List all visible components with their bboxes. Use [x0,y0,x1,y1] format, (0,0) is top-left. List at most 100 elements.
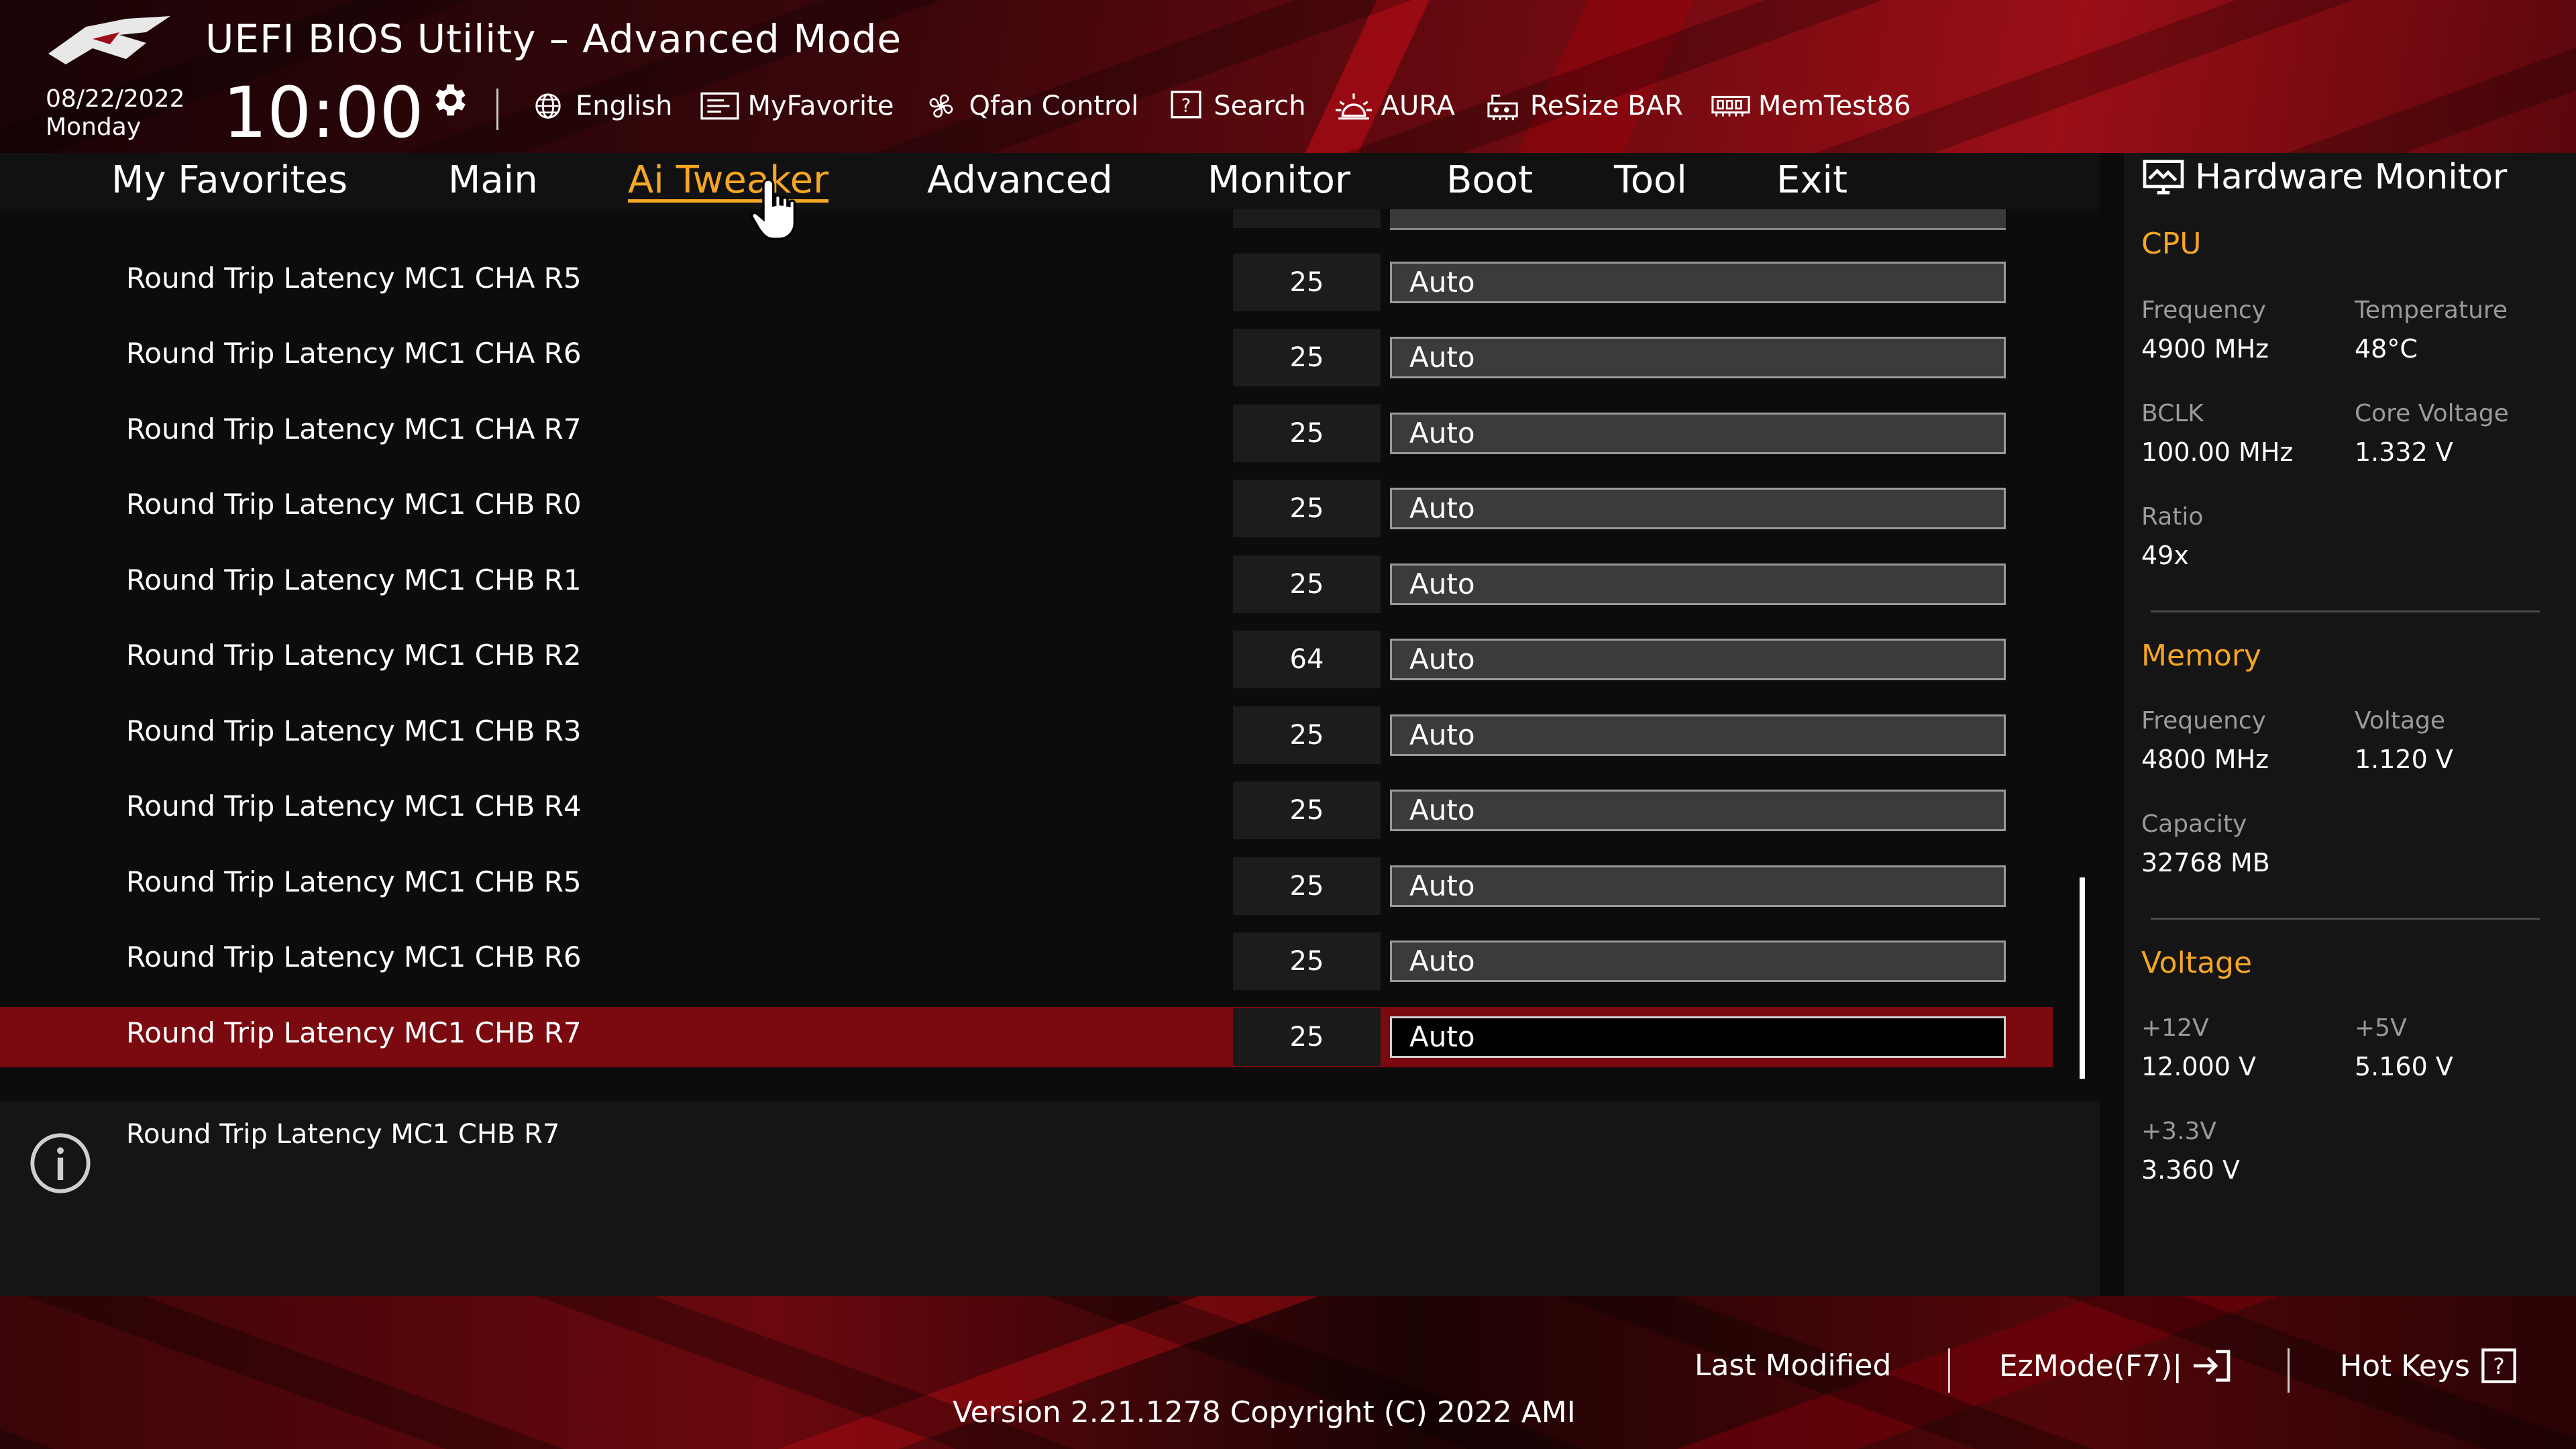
setting-current-value: 25 [1233,405,1381,462]
tab-boot[interactable]: Boot [1446,158,1533,202]
header-bar: UEFI BIOS Utility – Advanced Mode 08/22/… [0,0,2576,153]
setting-current-value: 25 [1233,932,1381,990]
ratio-value: 49x [2141,541,2189,570]
resize-bar-icon [1482,90,1523,122]
setting-current-value: 25 [1233,555,1381,613]
clock-time: 10:00 [223,72,424,154]
aura-label: AURA [1381,91,1455,121]
v5-label: +5V [2355,1014,2407,1042]
tab-monitor[interactable]: Monitor [1208,158,1350,202]
language-button[interactable]: English [527,90,672,122]
setting-value-field[interactable]: Auto [1390,790,2006,831]
cpu-frequency-label: Frequency [2141,297,2266,324]
hot-keys-button[interactable]: Hot Keys ? [2340,1348,2520,1383]
setting-value-field[interactable]: Auto [1390,639,2006,680]
setting-label: Round Trip Latency MC1 CHB R5 [126,865,582,898]
setting-row-selected[interactable]: Round Trip Latency MC1 CHB R7 25 Auto [0,1007,2053,1067]
setting-value-field[interactable]: Auto [1390,488,2006,529]
aura-button[interactable]: AURA [1333,90,1455,122]
resize-bar-label: ReSize BAR [1529,91,1683,121]
tab-my-favorites[interactable]: My Favorites [111,158,347,202]
setting-row[interactable]: Round Trip Latency MC1 CHB R3 25 Auto [0,705,2053,765]
hw-divider [2151,610,2540,612]
svg-text:?: ? [2493,1353,2505,1379]
memory-frequency-label: Frequency [2141,707,2266,735]
setting-value-field[interactable]: Auto [1390,1016,2006,1058]
memtest86-label: MemTest86 [1758,91,1911,121]
memory-heading: Memory [2141,639,2261,673]
monitor-icon [2143,160,2184,195]
fan-icon [920,90,962,122]
v5-value: 5.160 V [2355,1052,2453,1081]
setting-value-field[interactable]: Auto [1390,865,2006,907]
globe-icon [527,90,569,122]
setting-current-value: 25 [1233,329,1381,386]
setting-current-value: 25 [1233,706,1381,764]
myfavorite-button[interactable]: MyFavorite [699,90,894,122]
header-separator [496,89,498,130]
v33-label: +3.3V [2141,1118,2217,1145]
setting-current-value: 25 [1233,1008,1381,1066]
resize-bar-button[interactable]: ReSize BAR [1482,90,1683,122]
setting-label: Round Trip Latency MC1 CHA R6 [126,337,582,370]
search-icon: ? [1165,90,1207,122]
setting-row[interactable]: Round Trip Latency MC1 CHA R7 25 Auto [0,403,2053,464]
last-modified-button[interactable]: Last Modified [1695,1348,1891,1383]
favorite-icon [699,90,741,122]
cpu-heading: CPU [2141,227,2202,261]
setting-row[interactable]: Round Trip Latency MC1 CHB R6 25 Auto [0,931,2053,991]
rog-logo-icon [48,16,170,64]
setting-row[interactable]: Round Trip Latency MC1 CHB R2 64 Auto [0,629,2053,690]
memory-capacity-label: Capacity [2141,810,2247,838]
setting-value-field[interactable]: Auto [1390,714,2006,756]
setting-label: Round Trip Latency MC1 CHB R4 [126,790,582,822]
list-scrollbar[interactable] [2080,877,2085,1079]
qfan-control-button[interactable]: Qfan Control [920,90,1138,122]
setting-label: Round Trip Latency MC1 CHB R3 [126,714,582,747]
tab-tool[interactable]: Tool [1614,158,1687,202]
setting-value-field[interactable]: Auto [1390,564,2006,605]
v12-label: +12V [2141,1014,2209,1042]
tab-exit[interactable]: Exit [1776,158,1847,202]
memory-voltage-value: 1.120 V [2355,745,2453,774]
setting-current-value: 64 [1233,631,1381,688]
language-label: English [576,91,673,121]
day-text: Monday [46,113,142,141]
setting-row[interactable]: Round Trip Latency MC1 CHA R6 25 Auto [0,327,2053,388]
setting-row[interactable]: Round Trip Latency MC1 CHB R4 25 Auto [0,780,2053,841]
v12-value: 12.000 V [2141,1052,2257,1081]
v33-value: 3.360 V [2141,1155,2240,1185]
version-text: Version 2.21.1278 Copyright (C) 2022 AMI [953,1395,1576,1430]
bclk-label: BCLK [2141,400,2204,427]
qfan-control-label: Qfan Control [969,91,1139,121]
setting-row[interactable]: Round Trip Latency MC1 CHA R5 25 Auto [0,252,2053,313]
core-voltage-value: 1.332 V [2355,437,2453,467]
search-button[interactable]: ? Search [1165,90,1306,122]
setting-row[interactable]: Round Trip Latency MC1 CHB R0 25 Auto [0,478,2053,539]
setting-value-field[interactable]: Auto [1390,941,2006,982]
gear-icon[interactable] [428,79,470,121]
memtest86-button[interactable]: MemTest86 [1710,90,1911,122]
partial-row-field[interactable] [1390,209,2006,230]
setting-label: Round Trip Latency MC1 CHA R5 [126,262,582,294]
ezmode-button[interactable]: EzMode(F7)| [1999,1348,2232,1383]
setting-value-field[interactable]: Auto [1390,413,2006,454]
setting-value-field[interactable]: Auto [1390,262,2006,303]
footer-bar: Last Modified EzMode(F7)| Hot Keys ? Ver… [0,1296,2576,1449]
core-voltage-label: Core Voltage [2355,400,2509,427]
setting-current-value: 25 [1233,254,1381,311]
help-text: Round Trip Latency MC1 CHB R7 [126,1119,560,1150]
setting-label: Round Trip Latency MC1 CHB R1 [126,564,582,596]
hw-divider [2151,918,2540,920]
help-info-panel: Round Trip Latency MC1 CHB R7 [0,1102,2100,1296]
setting-row[interactable]: Round Trip Latency MC1 CHB R5 25 Auto [0,856,2053,916]
ezmode-label: EzMode(F7)| [1999,1348,2183,1383]
cpu-temperature-value: 48°C [2355,334,2418,364]
setting-row[interactable]: Round Trip Latency MC1 CHB R1 25 Auto [0,554,2053,614]
setting-value-field[interactable]: Auto [1390,337,2006,378]
tab-advanced[interactable]: Advanced [927,158,1113,202]
setting-current-value: 25 [1233,782,1381,839]
footer-separator [2288,1348,2290,1393]
main-nav: My Favorites Main Ai Tweaker Advanced Mo… [0,153,2100,209]
tab-main[interactable]: Main [448,158,538,202]
